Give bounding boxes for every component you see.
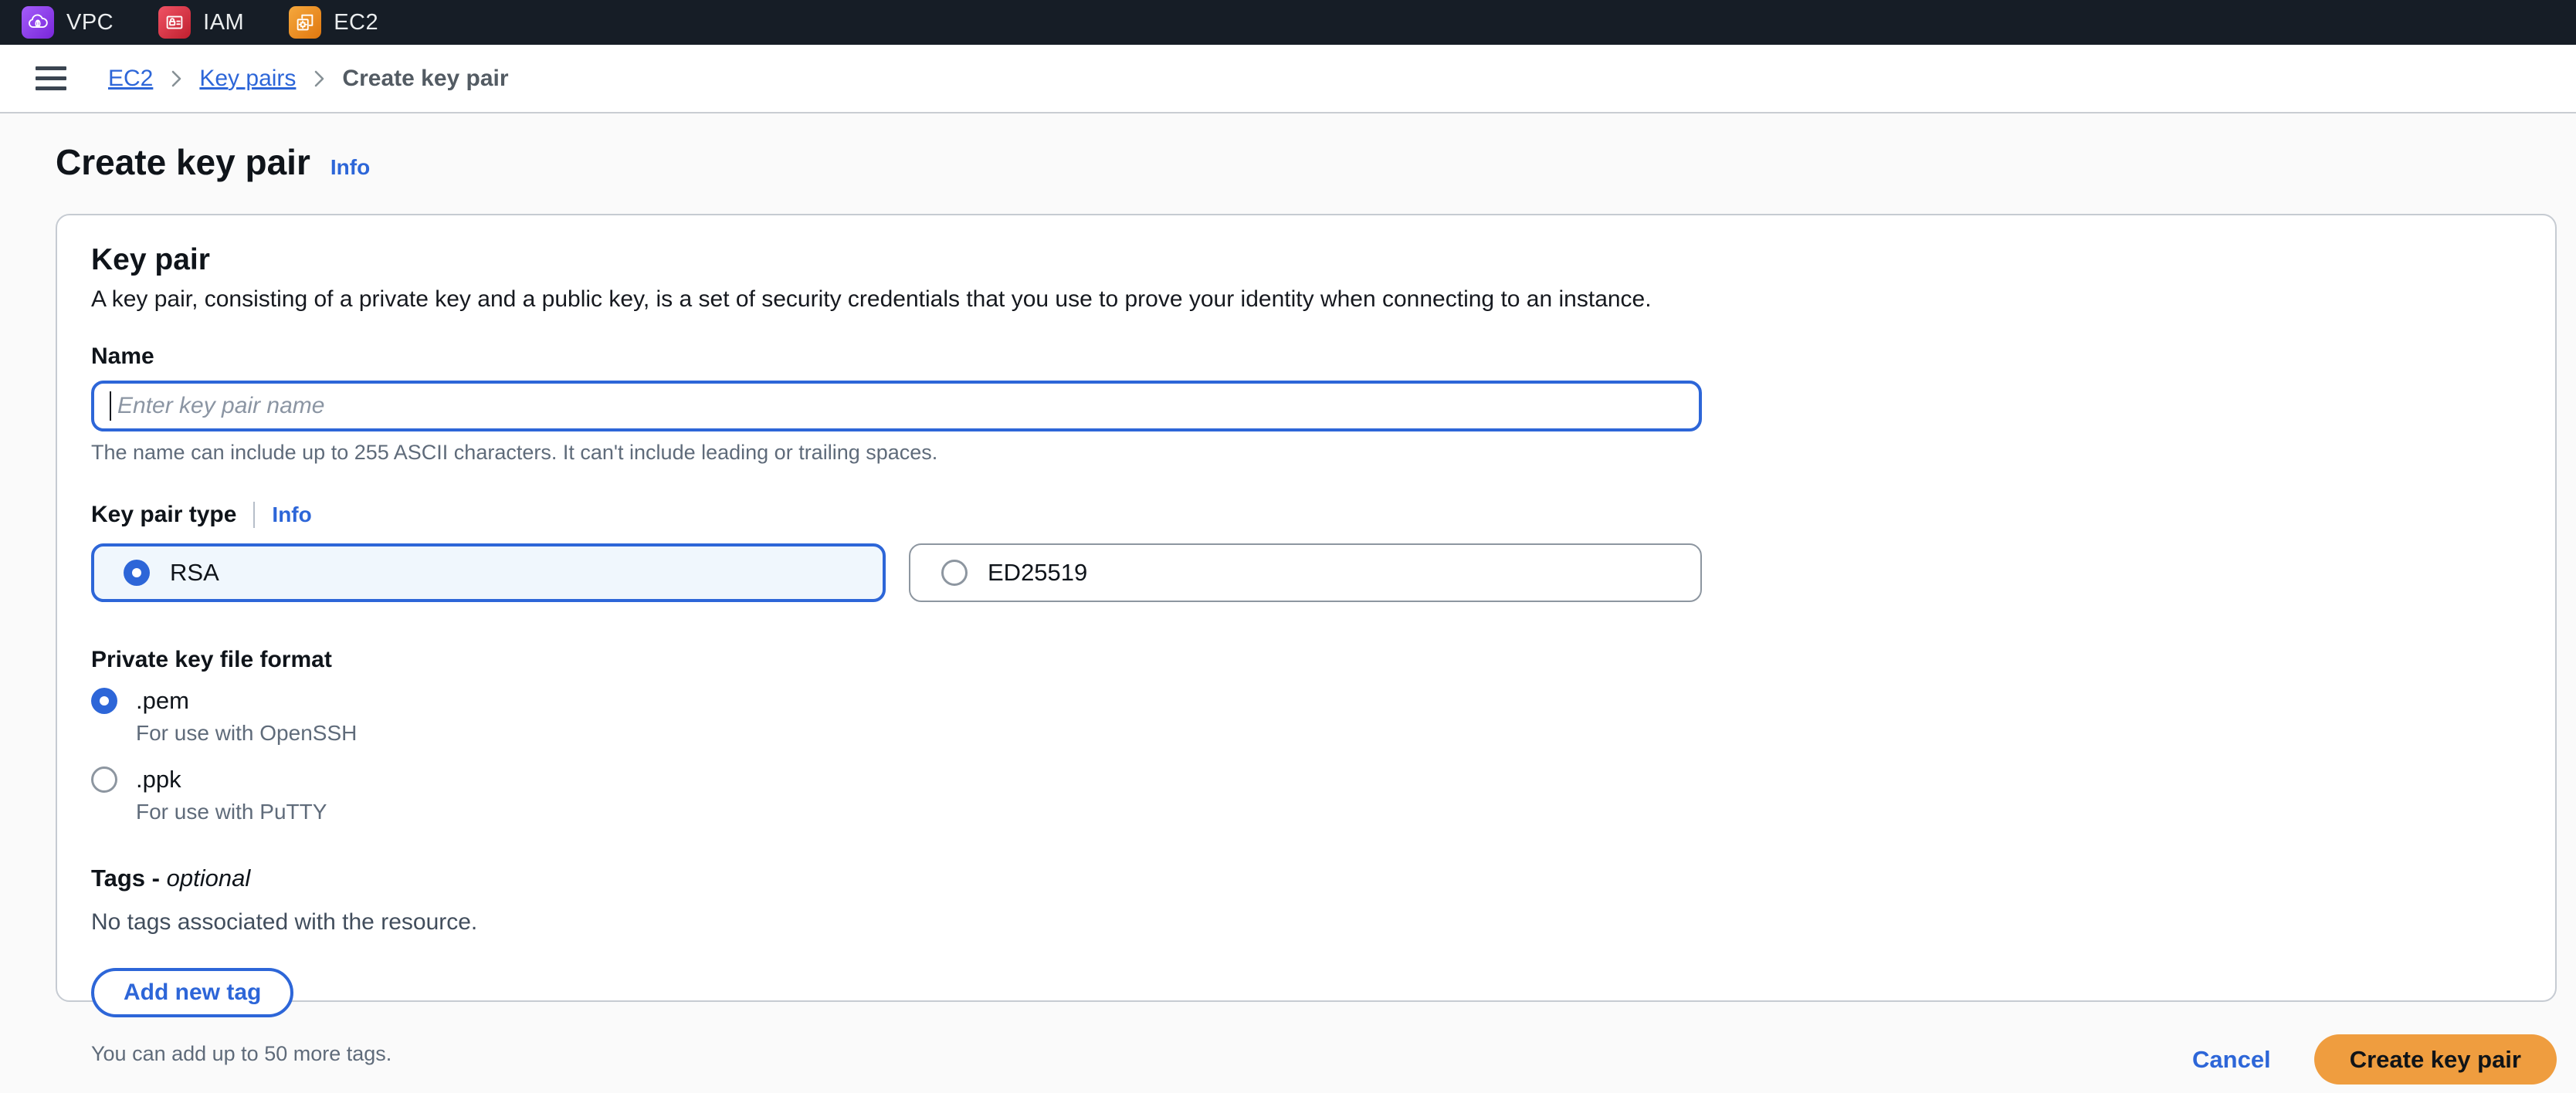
format-option-ppk-description: For use with PuTTY [136,800,2521,824]
breadcrumb-link-key-pairs[interactable]: Key pairs [199,66,296,92]
breadcrumb-bar: EC2 Key pairs Create key pair [0,45,2576,113]
breadcrumb: EC2 Key pairs Create key pair [108,66,509,92]
card-heading: Key pair [91,243,2521,277]
name-label: Name [91,343,2521,370]
format-option-ppk[interactable]: .ppk [91,766,2521,794]
key-pair-type-label: Key pair type [91,502,236,528]
radio-unselected-icon[interactable] [91,766,117,793]
key-pair-type-option-rsa-label: RSA [170,559,219,587]
breadcrumb-link-ec2[interactable]: EC2 [108,66,153,92]
text-caret [110,391,111,421]
favorite-iam[interactable]: IAM [158,6,244,39]
key-pair-card: Key pair A key pair, consisting of a pri… [56,214,2557,1002]
tags-label: Tags - optional [91,865,2521,892]
radio-selected-icon[interactable] [124,560,150,586]
key-pair-type-info-link[interactable]: Info [272,503,311,527]
name-input-wrap [91,381,1702,431]
radio-unselected-icon[interactable] [941,560,968,586]
format-option-pem-label: .pem [136,687,189,715]
chevron-right-icon [313,68,325,90]
favorite-vpc[interactable]: VPC [22,6,114,39]
card-description: A key pair, consisting of a private key … [91,286,2521,313]
key-pair-type-option-ed25519[interactable]: ED25519 [909,543,1702,602]
format-option-ppk-label: .ppk [136,766,181,794]
add-new-tag-button[interactable]: Add new tag [91,968,293,1017]
create-key-pair-button[interactable]: Create key pair [2314,1034,2557,1085]
favorite-vpc-label: VPC [66,10,114,36]
page-title: Create key pair [56,141,310,183]
iam-icon [158,6,191,39]
favorite-ec2-label: EC2 [334,10,378,36]
name-constraint-text: The name can include up to 255 ASCII cha… [91,441,2521,465]
radio-selected-icon[interactable] [91,688,117,714]
label-divider [253,502,255,528]
top-navigation-bar: VPC IAM EC2 [0,0,2576,45]
key-pair-type-options: RSA ED25519 [91,543,1702,602]
tags-empty-text: No tags associated with the resource. [91,909,2521,936]
favorite-ec2[interactable]: EC2 [289,6,378,39]
breadcrumb-current: Create key pair [342,66,508,92]
key-pair-type-option-rsa[interactable]: RSA [91,543,886,602]
favorite-iam-label: IAM [203,10,244,36]
name-input[interactable] [91,381,1702,431]
menu-icon[interactable] [34,62,68,95]
format-option-pem[interactable]: .pem [91,687,2521,715]
format-option-pem-description: For use with OpenSSH [136,721,2521,746]
cancel-button[interactable]: Cancel [2192,1046,2271,1074]
key-pair-type-option-ed25519-label: ED25519 [988,559,1087,587]
format-label: Private key file format [91,647,2521,673]
vpc-icon [22,6,54,39]
chevron-right-icon [170,68,182,90]
page-info-link[interactable]: Info [330,155,370,180]
ec2-icon [289,6,321,39]
